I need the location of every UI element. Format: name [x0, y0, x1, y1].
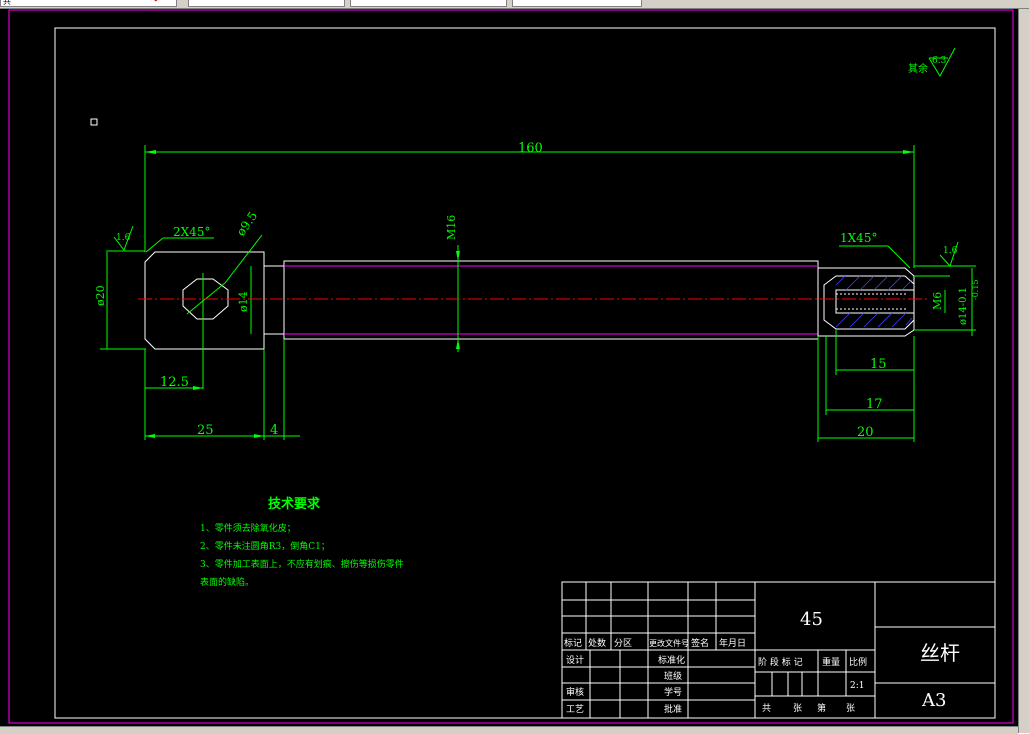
toolbar-spacer — [646, 0, 1018, 7]
toolbar: 共 ↷ — [0, 0, 1029, 9]
vertical-scrollbar[interactable] — [1018, 9, 1029, 733]
tb-page: 第 — [817, 702, 826, 714]
dim-17-text: 17 — [866, 397, 883, 412]
tb-header-mark: 标记 — [564, 637, 582, 649]
sheet-outer-border — [8, 9, 1014, 724]
tb-std: 标准化 — [658, 654, 685, 666]
shaft-outline — [283, 260, 819, 340]
drawing-canvas[interactable]: 其余 6.3 160 ø9.5 2X45° 1.6 ø20 ø14 M16 1X… — [0, 9, 1018, 726]
dim-12-5-arrow — [193, 386, 203, 390]
toolbar-field-2[interactable] — [188, 0, 345, 7]
tb-student-id: 学号 — [664, 686, 682, 698]
toolbar-fragment-text: 共 — [3, 0, 11, 6]
m16-text: M16 — [445, 215, 458, 240]
tb-header-sign: 签名 — [691, 637, 709, 649]
dim-20-text: 20 — [857, 425, 874, 440]
m6-text: M6 — [931, 292, 944, 310]
redo-icon[interactable]: ↷ — [151, 0, 158, 5]
toolbar-field-4[interactable] — [512, 0, 642, 7]
part-name-text: 丝杆 — [920, 641, 960, 665]
dim-25-arrow-left — [145, 434, 155, 438]
tech-req-line-1: 1、零件须去除氧化皮； — [200, 522, 296, 534]
tb-header-doc: 更改文件号 — [649, 638, 689, 648]
toolbar-field-3[interactable] — [350, 0, 507, 7]
tb-class: 班级 — [664, 670, 682, 682]
dim-25-text: 25 — [197, 423, 214, 438]
tb-weight: 重量 — [822, 656, 840, 668]
tb-header-zone: 分区 — [614, 638, 632, 649]
tb-header-date: 年月日 — [719, 637, 746, 649]
tech-req-line-2: 2、零件未注圆角R3，倒角C1； — [200, 540, 330, 552]
dim-15-text: 15 — [870, 357, 887, 372]
toolbar-field-1[interactable]: 共 ↷ — [0, 0, 177, 7]
material-text: 45 — [800, 609, 823, 630]
tech-req-line-3: 3、零件加工表面上，不应有划痕、擦伤等损伤零件 — [200, 558, 404, 570]
tb-review: 审核 — [566, 686, 584, 698]
neck-outline — [263, 265, 285, 335]
m16-arrow-top — [456, 251, 460, 261]
tb-process: 工艺 — [566, 704, 584, 715]
chamfer-left-text: 2X45° — [173, 225, 210, 239]
chamfer-left-leader — [145, 237, 164, 253]
tb-approve: 批准 — [664, 703, 682, 715]
sheet-inner-border — [54, 27, 996, 719]
left-roughness-text: 1.6 — [116, 233, 131, 243]
sheet-size-text: A3 — [921, 690, 946, 711]
dim-4-text: 4 — [270, 423, 278, 438]
dim-160-arrow-left — [145, 150, 156, 154]
dim-25-arrow-right — [254, 434, 264, 438]
m16-arrow-bottom — [456, 339, 460, 349]
dia14tol-text: ø14-0.1 — [958, 287, 969, 325]
section-hatch — [835, 275, 913, 328]
right-roughness-text: 1.6 — [943, 246, 958, 256]
tb-ratio: 比例 — [849, 656, 867, 668]
tb-sheet: 张 — [793, 703, 802, 714]
chamfer-right-leader — [887, 245, 911, 269]
dim-160-arrow-right — [903, 150, 914, 154]
tb-header-count: 处数 — [588, 637, 606, 649]
tb-stage-mark: 阶 段 标 记 — [758, 656, 803, 668]
dia20-text: ø20 — [94, 285, 107, 306]
tb-design: 设计 — [566, 654, 584, 666]
dim-160-text: 160 — [518, 141, 543, 156]
hex-dim-text: ø9.5 — [234, 209, 261, 239]
scale-text: 2:1 — [850, 681, 864, 691]
tech-req-line-4: 表面的缺陷。 — [200, 576, 254, 588]
tb-total: 共 — [762, 703, 771, 714]
tb-sheet-2: 张 — [846, 703, 855, 714]
chamfer-right-text: 1X45° — [840, 231, 877, 245]
hole-dim-leader-2 — [224, 234, 263, 284]
dia14-text: ø14 — [237, 291, 250, 312]
cad-drawing: 其余 6.3 160 ø9.5 2X45° 1.6 ø20 ø14 M16 1X… — [8, 9, 1014, 724]
dim-12-5-text: 12.5 — [160, 375, 189, 390]
roughness-rest-label: 其余 — [908, 62, 928, 75]
tech-req-title: 技术要求 — [268, 496, 321, 512]
ucs-marker — [90, 118, 98, 126]
dia14tol-text-2: -0.15 — [971, 279, 980, 300]
